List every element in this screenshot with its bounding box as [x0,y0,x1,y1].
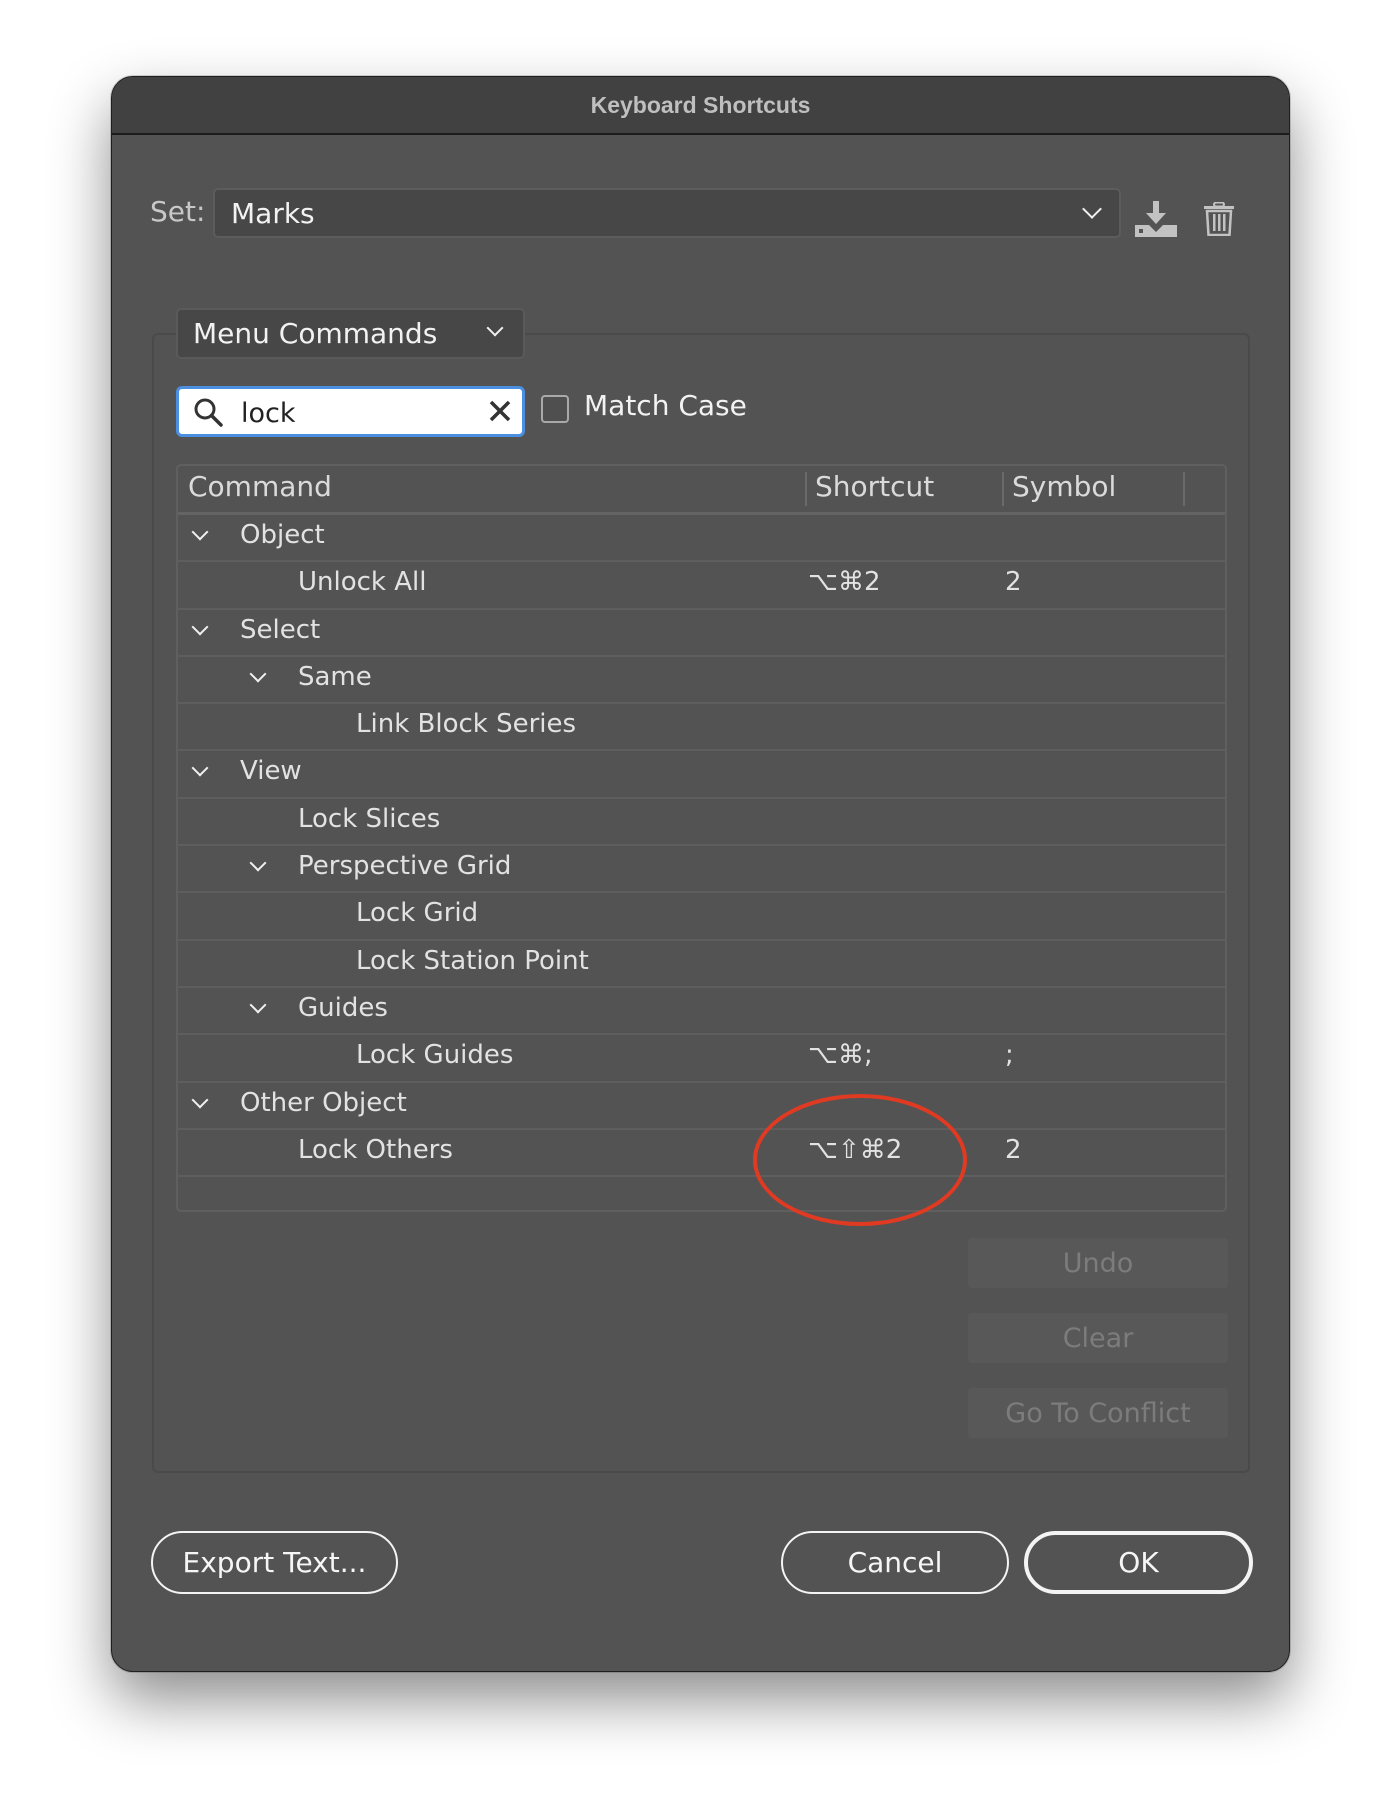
table-row[interactable]: Lock Grid [178,893,1225,941]
command-label: Other Object [240,1087,407,1118]
shortcut-cell[interactable]: ⌥⌘; [808,1040,873,1070]
match-case-label[interactable]: Match Case [584,389,747,422]
table-row[interactable]: Object [178,515,1225,563]
table-row[interactable]: View [178,751,1225,799]
export-text-button[interactable]: Export Text... [151,1531,398,1594]
disclosure-chevron-icon[interactable] [191,759,209,777]
column-header-command[interactable]: Command [188,470,332,503]
dialog-title: Keyboard Shortcuts [590,91,811,118]
column-divider[interactable] [805,472,807,506]
table-row[interactable]: Same [178,657,1225,705]
command-label: Unlock All [298,567,427,598]
shortcut-cell[interactable]: ⌥⇧⌘2 [808,1135,902,1165]
title-bar: Keyboard Shortcuts [112,77,1289,135]
table-row[interactable]: Perspective Grid [178,846,1225,894]
disclosure-chevron-icon[interactable] [191,523,209,541]
command-label: Perspective Grid [298,851,512,882]
category-dropdown[interactable]: Menu Commands [176,308,525,359]
symbol-cell[interactable]: ; [1005,1040,1014,1070]
command-label: Select [240,614,321,645]
set-label: Set: [150,195,206,228]
undo-button[interactable]: Undo [968,1238,1228,1288]
table-row[interactable]: Lock Slices [178,799,1225,847]
disclosure-chevron-icon[interactable] [249,854,267,872]
shortcut-cell[interactable]: ⌥⌘2 [808,567,881,597]
table-row[interactable]: Unlock All ⌥⌘2 2 [178,562,1225,610]
table-row[interactable]: Lock Others ⌥⇧⌘2 2 [178,1130,1225,1178]
search-icon [194,398,223,427]
table-row[interactable]: Link Block Series [178,704,1225,752]
command-label: Lock Slices [298,803,441,834]
set-dropdown-value: Marks [231,197,315,230]
command-label: Lock Guides [356,1040,514,1071]
table-header: Command Shortcut Symbol [178,466,1225,515]
disclosure-chevron-icon[interactable] [191,618,209,636]
cancel-button[interactable]: Cancel [781,1531,1009,1594]
clear-button[interactable]: Clear [968,1313,1228,1363]
ok-button[interactable]: OK [1024,1531,1253,1594]
search-field[interactable] [176,386,525,437]
command-label: View [240,756,302,787]
disclosure-chevron-icon[interactable] [249,996,267,1014]
clear-search-icon[interactable] [486,397,514,425]
table-body: Object Unlock All ⌥⌘2 2 Select Same Link Block… [178,515,1225,1178]
symbol-cell[interactable]: 2 [1005,567,1022,597]
table-row[interactable]: Select [178,610,1225,657]
command-label: Lock Grid [356,898,479,929]
column-divider[interactable] [1183,472,1185,506]
shortcuts-table: Command Shortcut Symbol Object Unlock All… [176,464,1227,1212]
category-dropdown-value: Menu Commands [193,317,438,350]
chevron-down-icon [486,319,504,337]
table-row[interactable]: Lock Station Point [178,941,1225,988]
table-row[interactable]: Other Object [178,1083,1225,1130]
disclosure-chevron-icon[interactable] [249,665,267,683]
match-case-checkbox[interactable] [541,395,569,423]
command-label: Lock Others [298,1134,453,1165]
symbol-cell[interactable]: 2 [1005,1135,1022,1165]
trash-icon[interactable] [1204,202,1234,236]
disclosure-chevron-icon[interactable] [191,1091,209,1109]
column-header-shortcut[interactable]: Shortcut [815,470,934,503]
command-label: Same [298,661,372,692]
command-label: Link Block Series [356,709,577,740]
command-label: Guides [298,992,388,1023]
table-row[interactable]: Lock Guides ⌥⌘;; [178,1035,1225,1083]
keyboard-shortcuts-dialog: Keyboard Shortcuts Set: Marks Menu Comma… [111,76,1290,1672]
save-set-icon[interactable] [1135,201,1177,237]
command-label: Object [240,520,325,550]
command-label: Lock Station Point [356,945,589,976]
column-header-symbol[interactable]: Symbol [1012,470,1116,503]
go-to-conflict-button[interactable]: Go To Conflict [968,1388,1228,1438]
table-row[interactable]: Guides [178,988,1225,1036]
set-dropdown[interactable]: Marks [213,188,1121,238]
search-input[interactable] [239,394,463,432]
column-divider[interactable] [1002,472,1004,506]
chevron-down-icon [1082,199,1102,219]
